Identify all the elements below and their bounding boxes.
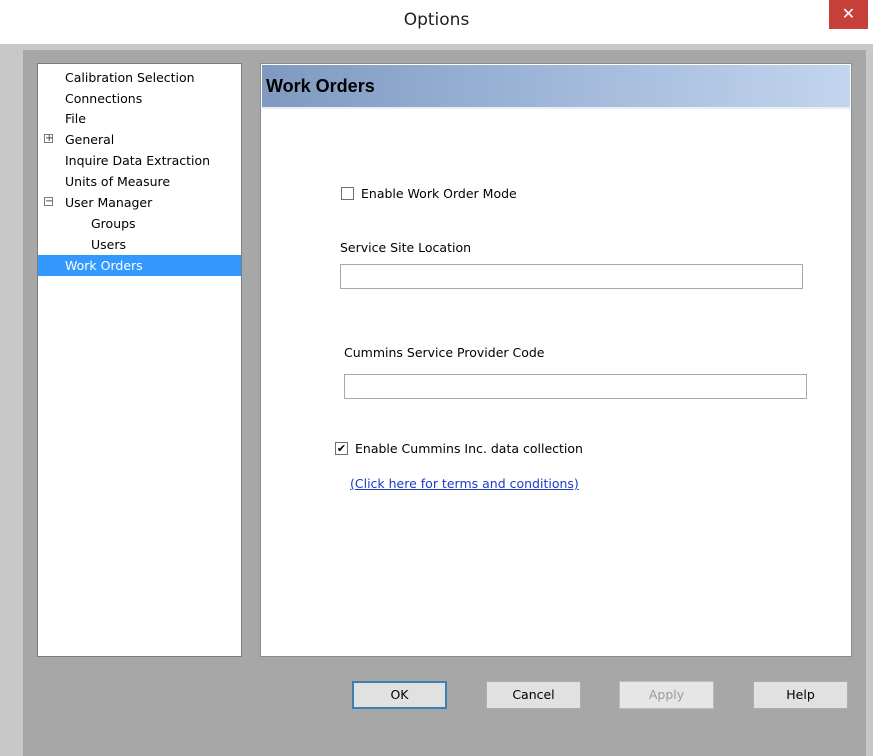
tree-item-label: File (65, 111, 86, 126)
tree-item-label: Work Orders (65, 258, 143, 273)
provider-code-input[interactable] (344, 374, 807, 399)
expand-plus-icon[interactable]: + (44, 134, 53, 144)
tree-item-label: Inquire Data Extraction (65, 153, 211, 168)
tree-item-label: Calibration Selection (65, 70, 195, 85)
close-button[interactable]: ✕ (829, 0, 868, 29)
provider-code-label: Cummins Service Provider Code (344, 345, 545, 360)
tree-item-label: General (65, 132, 115, 147)
tree-item-users[interactable]: Users (38, 234, 241, 255)
apply-button[interactable]: Apply (619, 681, 714, 709)
tree-item-label: User Manager (65, 195, 153, 210)
data-collection-checkbox[interactable]: ✔ (335, 442, 348, 455)
help-button[interactable]: Help (753, 681, 848, 709)
tree-item-inquire-data-extraction[interactable]: Inquire Data Extraction (38, 150, 241, 171)
tree-item-label: Users (91, 237, 127, 252)
close-icon: ✕ (841, 4, 856, 23)
tree-item-label: Units of Measure (65, 174, 171, 189)
ok-button[interactable]: OK (352, 681, 447, 709)
enable-work-order-label: Enable Work Order Mode (361, 186, 517, 201)
service-site-input[interactable] (340, 264, 803, 289)
tree-item-units-of-measure[interactable]: Units of Measure (38, 171, 241, 192)
service-site-label: Service Site Location (340, 240, 472, 255)
tree-item-label: Groups (91, 216, 136, 231)
tree-item-work-orders[interactable]: Work Orders (38, 255, 241, 276)
tree-item-label: Connections (65, 91, 143, 106)
tree-item-user-manager[interactable]: − User Manager (38, 192, 241, 213)
options-tree[interactable]: Calibration Selection Connections File +… (37, 63, 242, 657)
tree-item-general[interactable]: + General (38, 129, 241, 150)
tree-item-calibration-selection[interactable]: Calibration Selection (38, 67, 241, 88)
collapse-minus-icon[interactable]: − (44, 197, 53, 207)
title-bar: Options ✕ (0, 0, 873, 44)
panel-title: Work Orders (266, 76, 375, 96)
tree-item-groups[interactable]: Groups (38, 213, 241, 234)
tree-item-connections[interactable]: Connections (38, 88, 241, 109)
terms-link[interactable]: (Click here for terms and conditions) (350, 476, 579, 491)
window-title: Options (403, 10, 470, 30)
cancel-button[interactable]: Cancel (486, 681, 581, 709)
work-orders-panel: Work Orders Enable Work Order Mode Servi… (260, 63, 852, 657)
data-collection-label: Enable Cummins Inc. data collection (355, 441, 583, 456)
checkmark-icon: ✔ (336, 442, 347, 455)
enable-work-order-checkbox[interactable] (341, 187, 354, 200)
tree-item-file[interactable]: File (38, 108, 241, 129)
panel-header: Work Orders (262, 65, 850, 109)
